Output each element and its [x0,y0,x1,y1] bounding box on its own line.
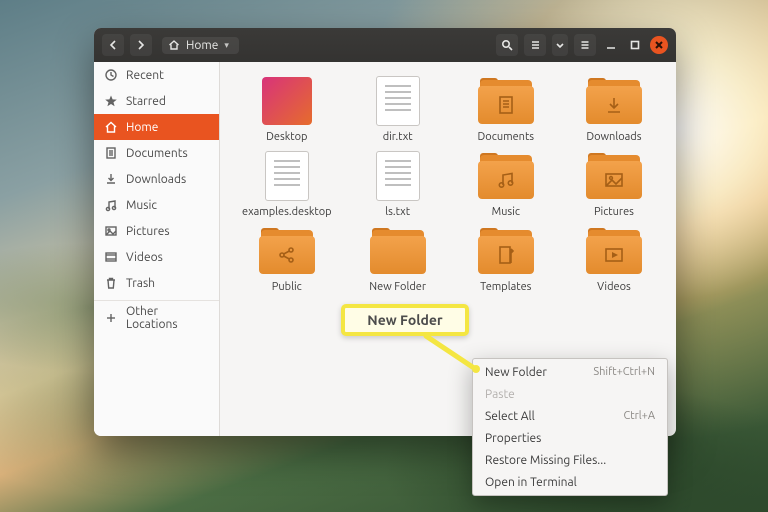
file-label: Public [272,281,302,293]
sidebar-item-trash[interactable]: Trash [94,270,219,296]
pictures-icon [104,224,118,238]
folder-icon [478,228,534,274]
file-item[interactable]: examples.desktop [242,151,332,218]
starred-icon [104,94,118,108]
sidebar-item-other[interactable]: Other Locations [94,305,219,331]
file-item[interactable]: Public [242,226,332,293]
sidebar-item-label: Home [126,121,158,134]
sidebar: Recent Starred Home Documents Downloads Music… [94,62,220,436]
file-label: ls.txt [385,206,410,218]
chevron-down-icon: ▾ [224,40,229,51]
context-menu-item[interactable]: New Folder Shift+Ctrl+N [473,361,667,383]
context-menu-item[interactable]: Open in Terminal [473,471,667,493]
file-label: Templates [480,281,531,293]
search-button[interactable] [496,34,518,56]
context-menu-label: Select All [485,410,535,423]
context-menu-accel: Shift+Ctrl+N [593,366,655,378]
file-item[interactable]: Documents [464,76,548,143]
sidebar-item-label: Trash [126,277,155,290]
trash-icon [104,276,118,290]
sidebar-item-documents[interactable]: Documents [94,140,219,166]
context-menu-item[interactable]: Select All Ctrl+A [473,405,667,427]
file-item[interactable]: Videos [572,226,656,293]
file-item[interactable]: Desktop [242,76,332,143]
context-menu-item[interactable]: Properties [473,427,667,449]
sidebar-item-label: Music [126,199,157,212]
downloads-icon [104,172,118,186]
file-item[interactable]: Templates [464,226,548,293]
text-file-icon [376,76,420,126]
context-menu-label: Open in Terminal [485,476,577,489]
folder-icon [586,153,642,199]
path-bar[interactable]: Home ▾ [162,37,239,54]
sidebar-item-label: Starred [126,95,166,108]
sidebar-item-downloads[interactable]: Downloads [94,166,219,192]
sidebar-item-recent[interactable]: Recent [94,62,219,88]
maximize-button[interactable] [626,36,644,54]
context-menu-label: New Folder [485,366,547,379]
file-item[interactable]: ls.txt [356,151,440,218]
view-list-button[interactable] [524,34,546,56]
videos-icon [104,250,118,264]
sidebar-item-label: Documents [126,147,188,160]
close-button[interactable] [650,36,668,54]
home-icon [104,120,118,134]
documents-icon [104,146,118,160]
context-menu-accel: Ctrl+A [624,410,655,422]
file-item[interactable]: Pictures [572,151,656,218]
context-menu-item: Paste [473,383,667,405]
file-item[interactable]: Downloads [572,76,656,143]
context-menu: New Folder Shift+Ctrl+N Paste Select All Ctr… [472,358,668,496]
file-label: Music [492,206,520,218]
folder-icon [586,78,642,124]
file-label: Documents [478,131,535,143]
file-item[interactable]: dir.txt [356,76,440,143]
folder-icon [478,78,534,124]
sidebar-item-label: Videos [126,251,163,264]
titlebar: Home ▾ [94,28,676,62]
file-label: Pictures [594,206,634,218]
file-item[interactable]: New Folder [356,226,440,293]
callout-arrow-icon [420,332,490,380]
text-file-icon [265,151,309,201]
folder-icon [586,228,642,274]
context-menu-label: Paste [485,388,515,401]
context-menu-label: Restore Missing Files... [485,454,606,467]
home-icon [168,39,180,51]
path-location-label: Home [186,39,218,52]
sidebar-item-home[interactable]: Home [94,114,219,140]
recent-icon [104,68,118,82]
folder-icon [259,228,315,274]
callout-arrow-dot-icon [472,365,480,373]
file-label: dir.txt [383,131,413,143]
minimize-button[interactable] [602,36,620,54]
sidebar-item-label: Downloads [126,173,186,186]
folder-icon [370,228,426,274]
file-item[interactable]: Music [464,151,548,218]
view-dropdown-button[interactable] [552,34,568,56]
file-label: Desktop [266,131,307,143]
file-label: New Folder [369,281,426,293]
sidebar-item-label: Recent [126,69,164,82]
file-label: Downloads [586,131,641,143]
file-label: examples.desktop [242,206,332,218]
other-icon [104,311,118,325]
sidebar-item-label: Pictures [126,225,170,238]
music-icon [104,198,118,212]
sidebar-item-starred[interactable]: Starred [94,88,219,114]
context-menu-item[interactable]: Restore Missing Files... [473,449,667,471]
context-menu-label: Properties [485,432,541,445]
desktop-icon [262,77,312,125]
folder-icon [478,153,534,199]
sidebar-item-pictures[interactable]: Pictures [94,218,219,244]
sidebar-item-videos[interactable]: Videos [94,244,219,270]
sidebar-item-music[interactable]: Music [94,192,219,218]
sidebar-item-label: Other Locations [126,305,209,331]
file-label: Videos [597,281,631,293]
text-file-icon [376,151,420,201]
hamburger-menu-button[interactable] [574,34,596,56]
nav-back-button[interactable] [102,34,124,56]
nav-forward-button[interactable] [130,34,152,56]
